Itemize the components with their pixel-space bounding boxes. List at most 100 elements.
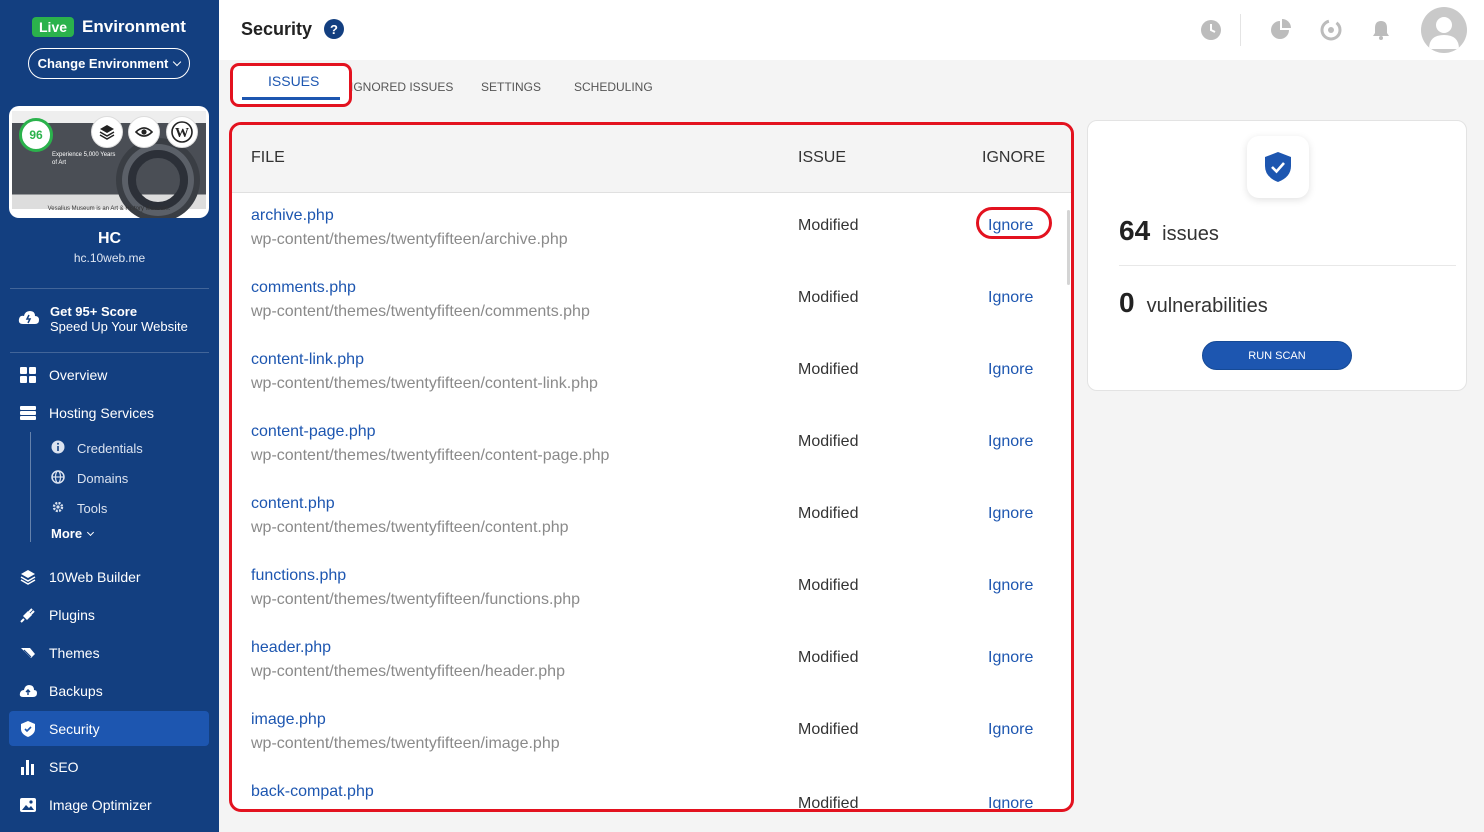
sidebar-item-plugins[interactable]: Plugins [9,597,209,632]
tab-scheduling[interactable]: SCHEDULING [574,80,653,94]
table-row: header.php wp-content/themes/twentyfifte… [232,629,1071,701]
run-scan-button[interactable]: RUN SCAN [1202,341,1352,370]
ignore-link[interactable]: Ignore [988,795,1033,809]
site-card[interactable]: Experience 5,000 Years of Art Vesalius M… [9,106,209,218]
layers-icon [19,568,37,586]
ignore-link[interactable]: Ignore [988,721,1033,739]
sidebar-item-label: SEO [49,758,79,775]
vulnerabilities-row: 0 vulnerabilities [1119,287,1268,319]
file-path: wp-content/themes/twentyfifteen/function… [251,591,581,608]
sidebar-item-label: Tools [77,500,108,516]
stats-divider [1119,265,1456,266]
pie-chart-icon[interactable] [1269,18,1293,42]
sidebar-item-label: Security [49,720,100,737]
speed-gauge-icon[interactable] [1319,18,1343,42]
file-name-link[interactable]: header.php [251,639,331,657]
file-name-link[interactable]: comments.php [251,279,356,297]
file-path: wp-content/themes/twentyfifteen/content-… [251,375,598,392]
wordpress-icon[interactable]: W [166,116,198,148]
preview-headline: Experience 5,000 Years of Art [52,152,116,166]
ignore-link[interactable]: Ignore [988,289,1033,307]
help-icon[interactable]: ? [324,19,344,39]
bell-icon[interactable] [1369,18,1393,42]
cloud-upload-icon [19,682,37,700]
file-name-link[interactable]: content-page.php [251,423,376,441]
ignore-link[interactable]: Ignore [988,505,1033,523]
environment-header: Live Environment [32,17,186,37]
table-row: image.php wp-content/themes/twentyfiftee… [232,701,1071,773]
file-path: wp-content/themes/twentyfifteen/header.p… [251,663,565,680]
file-path: wp-content/themes/twentyfifteen/comments… [251,303,590,320]
file-path: wp-content/themes/twentyfifteen/content-… [251,447,610,464]
shield-icon [19,720,37,738]
issues-label: issues [1162,223,1219,245]
file-name-link[interactable]: content-link.php [251,351,364,369]
user-avatar[interactable] [1421,7,1467,53]
sidebar-item-tools[interactable]: Tools [51,496,107,520]
vulnerabilities-label: vulnerabilities [1146,295,1268,317]
sidebar-item-label: 10Web Builder [49,568,141,585]
table-row: comments.php wp-content/themes/twentyfif… [232,269,1071,341]
eye-icon[interactable] [128,116,160,148]
sidebar-item-label: Credentials [77,440,143,456]
sidebar-item-security[interactable]: Security [9,711,209,746]
column-header-issue: ISSUE [798,149,847,166]
more-toggle[interactable]: More [51,526,95,541]
environment-title: Environment [82,17,186,36]
sidebar-item-image-optimizer[interactable]: Image Optimizer [9,787,209,822]
file-name-link[interactable]: image.php [251,711,326,729]
brush-icon [19,644,37,662]
file-name-link[interactable]: back-compat.php [251,783,374,801]
sidebar-item-domains[interactable]: Domains [51,466,128,490]
table-row: content.php wp-content/themes/twentyfift… [232,485,1071,557]
sidebar-item-themes[interactable]: Themes [9,635,209,670]
tab-settings[interactable]: SETTINGS [481,80,541,94]
issues-tab-highlight: ISSUES [230,63,352,107]
ignore-link-highlight [976,207,1052,239]
table-scrollbar[interactable] [1067,210,1070,285]
speed-promo[interactable]: Get 95+ Score Speed Up Your Website [18,304,188,334]
chevron-down-icon [173,57,182,67]
sidebar-item-credentials[interactable]: Credentials [51,436,143,460]
issue-status: Modified [798,505,859,522]
file-name-link[interactable]: content.php [251,495,335,513]
ignore-link[interactable]: Ignore [988,433,1033,451]
sidebar-item-backups[interactable]: Backups [9,673,209,708]
sidebar-item-label: Hosting Services [49,404,155,421]
sidebar-divider [10,352,209,353]
sidebar-item-label: Domains [77,470,129,486]
ignore-link[interactable]: Ignore [988,361,1033,379]
file-path: wp-content/themes/twentyfifteen/content.… [251,519,569,536]
ignore-link[interactable]: Ignore [988,649,1033,667]
sidebar-item-label: Plugins [49,606,95,623]
security-summary-card: 64 issues 0 vulnerabilities RUN SCAN [1087,120,1467,391]
ignore-link[interactable]: Ignore [988,577,1033,595]
bar-chart-icon [19,758,37,776]
issue-status: Modified [798,289,859,306]
tab-issues[interactable]: ISSUES [268,73,319,89]
tab-ignored-issues[interactable]: IGNORED ISSUES [350,80,453,94]
sidebar-item-overview[interactable]: Overview [9,357,209,392]
site-url[interactable]: hc.10web.me [0,251,219,265]
layers-icon[interactable] [91,116,123,148]
issues-count: 64 [1119,215,1151,246]
file-name-link[interactable]: archive.php [251,207,334,225]
file-name-link[interactable]: functions.php [251,567,346,585]
sidebar-item-seo[interactable]: SEO [9,749,209,784]
top-bar: Security ? [219,0,1484,60]
sidebar-item-10web-builder[interactable]: 10Web Builder [9,559,209,594]
sidebar-item-hosting-services[interactable]: Hosting Services [9,395,209,430]
issue-status: Modified [798,361,859,378]
chevron-down-icon [87,528,95,536]
globe-icon [51,469,65,487]
change-environment-button[interactable]: Change Environment [28,48,190,79]
issue-status: Modified [798,217,859,234]
sidebar-item-label: Backups [49,682,103,699]
issues-count-row: 64 issues [1119,215,1219,247]
image-icon [19,796,37,814]
table-row: archive.php wp-content/themes/twentyfift… [232,197,1071,269]
score-badge[interactable]: 96 [19,118,53,152]
sidebar-item-label: Themes [49,644,100,661]
top-bar-separator [1240,14,1241,46]
clock-icon[interactable] [1199,18,1223,42]
